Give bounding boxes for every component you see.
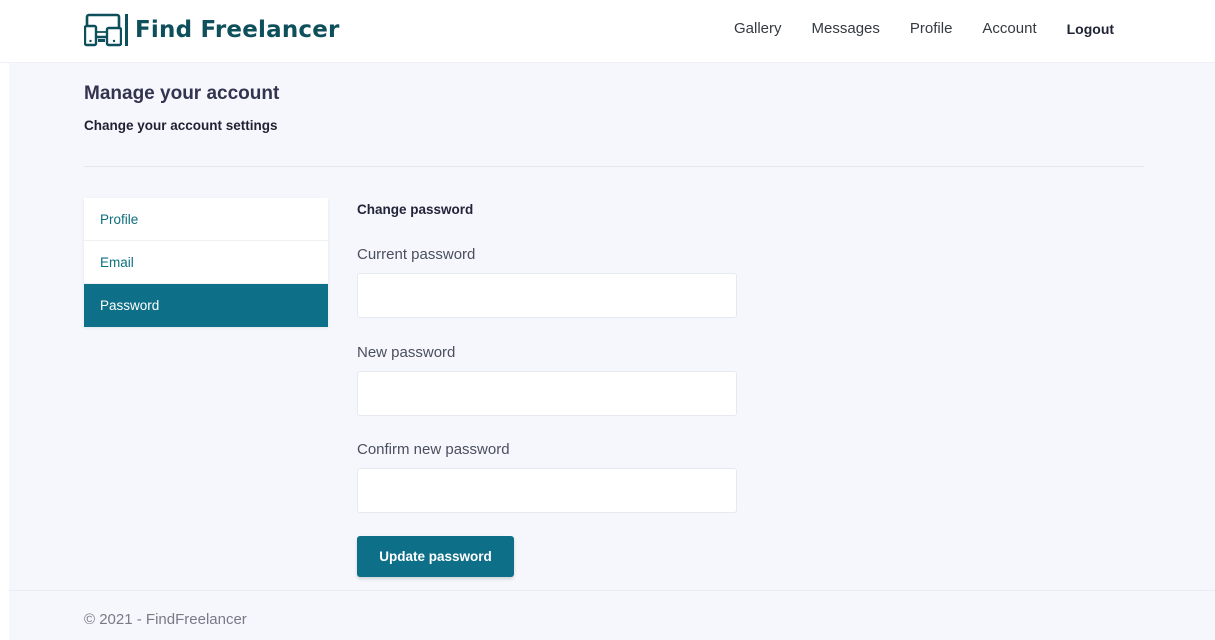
brand-name: Find Freelancer [135,17,340,43]
main-nav: Gallery Messages Profile Account Logout [734,19,1114,39]
main-content: Manage your account Change your account … [9,63,1215,590]
change-password-form: Change password Current password New pas… [357,198,737,577]
new-password-input[interactable] [357,371,737,416]
nav-gallery-link[interactable]: Gallery [734,19,782,39]
navbar: Find Freelancer Gallery Messages Profile… [0,0,1215,63]
update-password-button[interactable]: Update password [357,536,514,577]
brand-logo-link[interactable]: Find Freelancer [84,13,340,47]
side-menu-profile[interactable]: Profile [84,198,328,241]
nav-messages-link[interactable]: Messages [812,19,880,39]
account-side-menu: Profile Email Password [84,198,328,327]
confirm-password-input[interactable] [357,468,737,513]
nav-account-link[interactable]: Account [982,19,1036,39]
footer-copyright: © 2021 - FindFreelancer [84,611,247,628]
current-password-label: Current password [357,246,476,263]
nav-logout-link[interactable]: Logout [1067,19,1114,39]
side-menu-password[interactable]: Password [84,284,328,327]
new-password-label: New password [357,344,456,361]
current-password-input[interactable] [357,273,737,318]
side-menu-email[interactable]: Email [84,241,328,284]
footer: © 2021 - FindFreelancer [9,590,1215,640]
page-subtitle: Change your account settings [84,118,278,133]
form-heading: Change password [357,202,474,217]
devices-icon [84,13,122,47]
confirm-password-label: Confirm new password [357,441,510,458]
page-title: Manage your account [84,83,280,104]
section-divider [84,166,1144,167]
nav-profile-link[interactable]: Profile [910,19,953,39]
brand-divider [125,14,128,46]
